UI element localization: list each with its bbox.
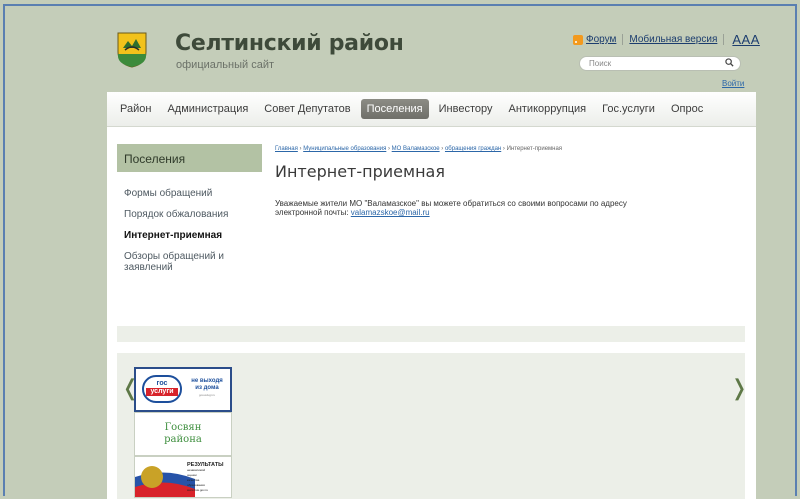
font-size-toggle[interactable]: AAA [732,32,760,47]
search-icon[interactable] [725,58,734,67]
breadcrumb-mo-valamazskoe[interactable]: МО Валамазское [392,146,440,152]
gosuslugi-logo-text2: услуги [146,388,178,396]
banner-local-news[interactable]: Госвян района [134,412,232,456]
breadcrumb: Главная › Муниципальные образования › МО… [275,146,563,152]
site-subtitle: официальный сайт [176,59,275,71]
page-title: Интернет-приемная [275,162,445,181]
nav-item-gov-services[interactable]: Гос.услуги [602,103,655,115]
nav-item-anticorruption[interactable]: Антикоррупция [508,103,586,115]
breadcrumb-home[interactable]: Главная [275,146,298,152]
sidebar-menu: Формы обращений Порядок обжалования Инте… [124,188,234,283]
sidebar-item-appeal-procedure[interactable]: Порядок обжалования [124,209,234,220]
gosuslugi-logo: гос услуги [142,375,182,403]
content-footer-strip [117,326,745,342]
forum-link[interactable]: Форум [586,34,616,45]
banner-list: гос услуги не выходя из дома gosuslugi.r… [134,367,232,498]
banner2-line2: района [164,434,202,445]
nav-item-investor[interactable]: Инвестору [439,103,493,115]
gosuslugi-text1: не выходя [191,378,223,384]
sidebar-item-internet-reception[interactable]: Интернет-приемная [124,230,234,241]
gosuslugi-url: gosuslugi.ru [198,393,216,397]
intro-text: Уважаемые жители МО "Валамазское" вы мож… [275,199,627,217]
breadcrumb-municipalities[interactable]: Муниципальные образования [303,146,386,152]
body-text: Уважаемые жители МО "Валамазское" вы мож… [275,199,675,217]
nav-item-poll[interactable]: Опрос [671,103,703,115]
top-links: Форум Мобильная версия AAA [573,32,760,47]
email-link[interactable]: valamazskoe@mail.ru [351,208,430,217]
search-input[interactable]: Поиск [579,56,741,71]
banner2-line1: Госвян [164,422,202,433]
nav-item-district[interactable]: Район [120,103,151,115]
sidebar-item-forms[interactable]: Формы обращений [124,188,234,199]
coat-of-arms-logo[interactable] [117,32,147,68]
site-title[interactable]: Селтинский район [175,31,404,56]
nav-item-administration[interactable]: Администрация [167,103,248,115]
nav-item-settlements[interactable]: Поселения [360,99,429,119]
gosuslugi-text2: из дома [195,385,219,391]
breadcrumb-current: Интернет-приемная [506,146,563,152]
sidebar-title[interactable]: Поселения [117,144,262,172]
search-placeholder: Поиск [589,59,612,68]
divider [622,34,624,45]
banner3-line5: www.bus.gov.ru [187,488,208,492]
mobile-version-link[interactable]: Мобильная версия [629,34,717,45]
breadcrumb-citizen-appeals[interactable]: обращения граждан [445,146,501,152]
nav-item-council[interactable]: Совет Депутатов [264,103,350,115]
banner-gosuslugi[interactable]: гос услуги не выходя из дома gosuslugi.r… [134,367,232,412]
login-link[interactable]: Войти [722,79,744,88]
sidebar-item-reviews[interactable]: Обзоры обращений и заявлений [124,251,234,273]
carousel-next-icon[interactable]: ❭ [730,376,748,401]
rss-icon [573,34,583,45]
gosuslugi-logo-text1: гос [156,380,168,387]
main-nav: Район Администрация Совет Депутатов Посе… [107,92,756,127]
banner-education-results[interactable]: РЕЗУЛЬТАТЫ независимой оценки качества о… [134,456,232,498]
divider [723,34,725,45]
